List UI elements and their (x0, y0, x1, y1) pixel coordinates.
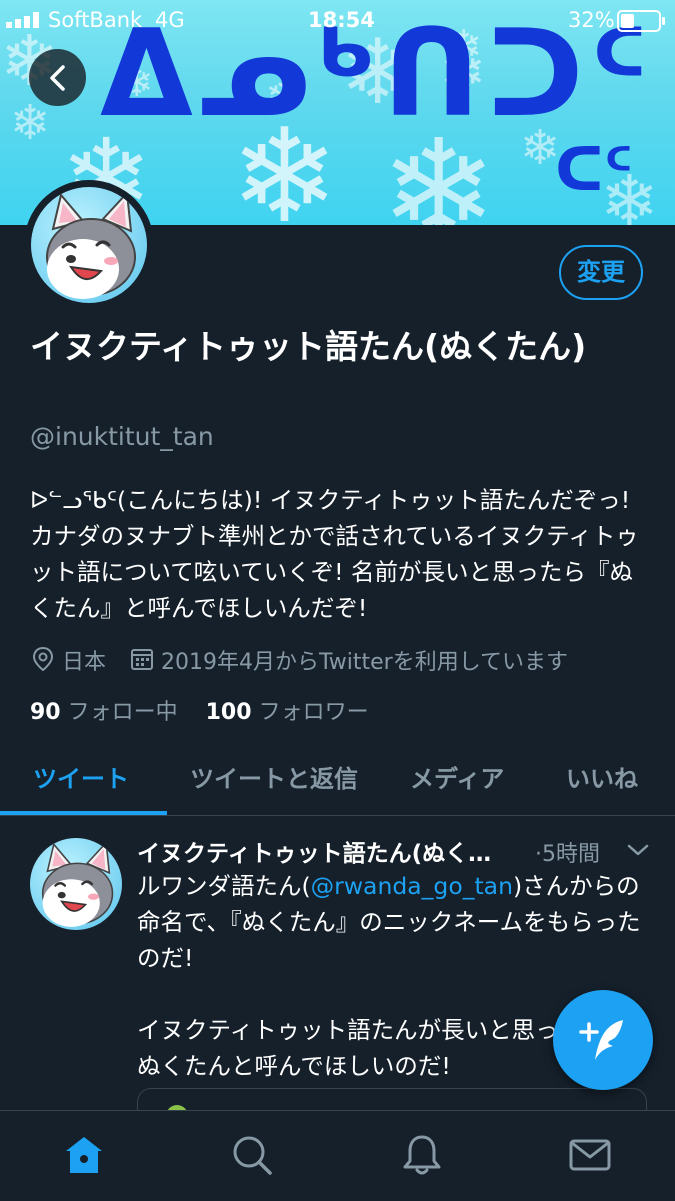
back-button[interactable] (29, 49, 86, 106)
tweet-timestamp: ·5時間 (535, 842, 600, 867)
following-count: 90 (30, 700, 61, 725)
followers-link[interactable]: 100 フォロワー (206, 700, 369, 725)
home-icon[interactable] (62, 1133, 106, 1177)
signal-icon (6, 12, 39, 28)
compose-tweet-icon (579, 1020, 623, 1060)
profile-name: イヌクティトゥット語たん(ぬくたん) (30, 327, 587, 366)
tab-tweets[interactable]: ツイート (33, 759, 129, 794)
search-icon[interactable] (230, 1133, 274, 1177)
tab-media[interactable]: メディア (410, 759, 504, 794)
tweet-mention-link[interactable]: @rwanda_go_tan (311, 872, 513, 900)
follow-stats: 90 フォロー中 100 フォロワー (30, 694, 369, 726)
followers-count: 100 (205, 700, 252, 725)
chevron-down-icon[interactable] (626, 842, 650, 858)
tweet-author-name[interactable]: イヌクティトゥット語たん(ぬく… (137, 834, 529, 868)
carrier-label: SoftBank (48, 8, 143, 32)
following-label: フォロー中 (67, 700, 178, 725)
clock: 18:54 (308, 8, 375, 32)
tweet-avatar[interactable] (30, 838, 122, 930)
profile-joined-date: 2019年4月からTwitterを利用しています (161, 650, 569, 675)
followers-label: フォロワー (258, 700, 369, 725)
profile-tabs: ツイート ツイートと返信 メディア いいね (0, 745, 675, 816)
location-pin-icon (32, 646, 54, 672)
active-tab-indicator (0, 811, 167, 815)
compose-tweet-button[interactable] (553, 990, 653, 1090)
husky-avatar-image (31, 187, 147, 303)
bell-icon[interactable] (400, 1133, 444, 1177)
calendar-icon (131, 649, 153, 670)
network-label: 4G (155, 8, 185, 32)
profile-bio: ᐅᓪᓗᖃᑦ(こんにちは)! イヌクティトゥット語たんだぞっ! カナダのヌナブト準… (30, 486, 639, 622)
status-bar: SoftBank 4G 18:54 32% (0, 0, 675, 40)
chevron-left-icon (50, 65, 65, 91)
profile-avatar[interactable] (24, 180, 154, 310)
mail-icon[interactable] (568, 1133, 612, 1177)
husky-icon (46, 190, 136, 299)
profile-location: 日本 (62, 650, 107, 675)
snowflake-icon: ❄ (10, 95, 51, 151)
banner-syllabics-sub: ᑕᑦ (555, 135, 633, 205)
bottom-navigation (0, 1110, 675, 1201)
husky-icon (41, 840, 114, 927)
following-link[interactable]: 90 フォロー中 (30, 700, 178, 725)
tab-tweets-and-replies[interactable]: ツイートと返信 (190, 759, 358, 794)
tab-likes[interactable]: いいね (566, 759, 638, 794)
battery-percent: 32% (568, 8, 615, 32)
profile-handle: @inuktitut_tan (30, 422, 214, 451)
battery-icon (617, 10, 665, 32)
edit-profile-button[interactable]: 変更 (559, 245, 643, 300)
tweet-text-part: ルワンダ語たん( (137, 872, 311, 900)
